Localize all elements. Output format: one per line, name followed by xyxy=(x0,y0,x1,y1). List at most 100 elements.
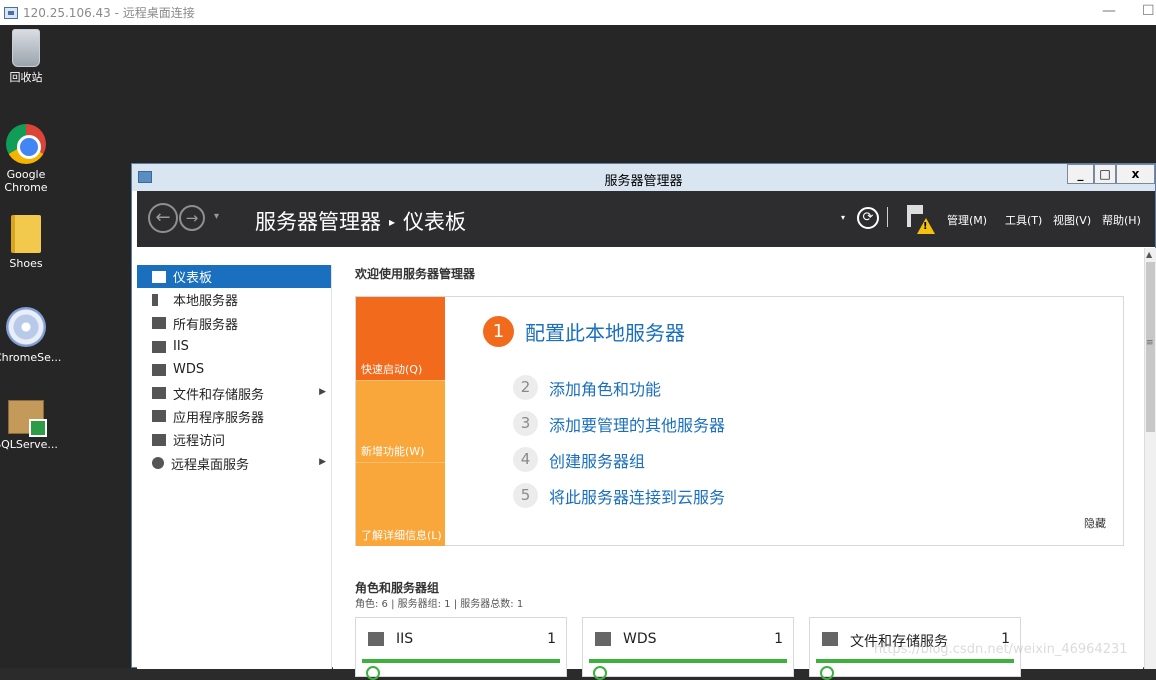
desktop-icon-recycle-bin[interactable]: 回收站 xyxy=(0,29,58,84)
ok-status-icon xyxy=(820,666,834,680)
dashboard-icon xyxy=(152,270,166,283)
role-name: IIS xyxy=(396,631,414,647)
step-link[interactable]: 添加要管理的其他服务器 xyxy=(549,412,725,436)
desktop-icon-chrome[interactable]: Google Chrome xyxy=(0,124,58,194)
sidebar-item-label: IIS xyxy=(173,339,189,355)
step-link[interactable]: 创建服务器组 xyxy=(549,448,645,472)
window-maximize-button[interactable]: □ xyxy=(1094,164,1116,184)
rdp-title-bar: 120.25.106.43 - 远程桌面连接 — ☐ xyxy=(0,0,1156,25)
menu-tools[interactable]: 工具(T) xyxy=(1005,212,1042,228)
step-number: 5 xyxy=(513,483,538,508)
step-number: 2 xyxy=(513,375,538,400)
vertical-scrollbar[interactable]: ▲ ≡ xyxy=(1144,248,1156,669)
rdp-title: 120.25.106.43 - 远程桌面连接 xyxy=(23,6,195,20)
tile-label: 了解详细信息(L) xyxy=(361,529,442,542)
window-title-bar[interactable]: 服务器管理器 _ □ x xyxy=(132,164,1155,191)
server-manager-window: 服务器管理器 _ □ x ← → ▾ 服务器管理器 ▸ 仪表板 ▾ ⟳ ! 管理(M… xyxy=(131,163,1156,680)
step-number: 3 xyxy=(513,411,538,436)
forward-button[interactable]: → xyxy=(179,205,205,231)
menu-help[interactable]: 帮助(H) xyxy=(1102,212,1141,228)
desktop-icon-sqlserver[interactable]: SQLServe... xyxy=(0,400,58,451)
tile-quick-start[interactable]: 快速启动(Q) xyxy=(356,297,445,380)
ok-status-icon xyxy=(593,666,607,680)
iis-icon xyxy=(152,340,166,353)
sidebar-item-dashboard[interactable]: 仪表板 xyxy=(137,265,331,289)
tile-label: 快速启动(Q) xyxy=(361,363,423,376)
sidebar-item-wds[interactable]: WDS xyxy=(137,358,331,381)
status-bar xyxy=(362,659,560,663)
history-dropdown-icon[interactable]: ▾ xyxy=(214,211,219,222)
sidebar-item-file-storage[interactable]: 文件和存储服务 ▶ xyxy=(137,381,331,404)
header-divider xyxy=(887,207,888,227)
desktop-icon-label: Shoes xyxy=(9,257,43,270)
tile-whats-new[interactable]: 新增功能(W) xyxy=(356,380,445,462)
role-card-iis[interactable]: IIS 1 xyxy=(355,617,567,680)
desktop-icon-label: SQLServe... xyxy=(0,438,58,451)
refresh-icon[interactable]: ⟳ xyxy=(857,207,879,229)
sidebar-item-remote-desktop[interactable]: 远程桌面服务 ▶ xyxy=(137,451,331,474)
chevron-right-icon[interactable]: ▶ xyxy=(319,387,326,397)
breadcrumb-current: 仪表板 xyxy=(403,210,467,234)
file-storage-icon xyxy=(822,632,838,646)
rdp-maximize-button[interactable]: ☐ xyxy=(1142,3,1155,19)
sidebar-item-app-server[interactable]: 应用程序服务器 xyxy=(137,405,331,428)
remote-access-icon xyxy=(152,433,166,446)
watermark: https://blog.csdn.net/weixin_46964231 xyxy=(874,642,1128,657)
back-button[interactable]: ← xyxy=(148,203,178,233)
breadcrumb: 服务器管理器 ▸ 仪表板 xyxy=(255,206,466,236)
window-close-button[interactable]: x xyxy=(1116,164,1155,184)
step-create-group[interactable]: 4 创建服务器组 xyxy=(513,447,645,472)
app-server-icon xyxy=(152,410,166,423)
sidebar-item-local-server[interactable]: 本地服务器 xyxy=(137,288,331,311)
role-card-wds[interactable]: WDS 1 xyxy=(582,617,794,680)
step-configure-local-server[interactable]: 1 配置此本地服务器 xyxy=(483,316,685,347)
local-server-icon xyxy=(152,293,158,306)
menu-view[interactable]: 视图(V) xyxy=(1053,212,1091,228)
desktop-icon-label: 回收站 xyxy=(9,71,43,84)
desktop-icon-shoes[interactable]: Shoes xyxy=(0,215,58,270)
step-add-servers[interactable]: 3 添加要管理的其他服务器 xyxy=(513,411,725,436)
chevron-right-icon[interactable]: ▶ xyxy=(319,457,326,467)
step-add-roles[interactable]: 2 添加角色和功能 xyxy=(513,375,661,400)
iis-icon xyxy=(368,632,384,646)
desktop-icon-label: ChromeSe... xyxy=(0,351,62,364)
roles-title: 角色和服务器组 xyxy=(355,581,440,595)
all-servers-icon xyxy=(152,317,166,330)
sidebar-item-label: WDS xyxy=(173,362,205,378)
file-storage-icon xyxy=(152,387,166,400)
chrome-icon xyxy=(6,124,46,164)
role-count: 1 xyxy=(774,631,783,647)
step-link[interactable]: 配置此本地服务器 xyxy=(525,317,685,346)
sidebar-item-label: 应用程序服务器 xyxy=(173,410,265,426)
step-number: 4 xyxy=(513,447,538,472)
welcome-tile: 快速启动(Q) 新增功能(W) 了解详细信息(L) 1 配置此本地服务器 2 添… xyxy=(355,296,1124,546)
header-bar: ← → ▾ 服务器管理器 ▸ 仪表板 ▾ ⟳ ! 管理(M) 工具(T) 视图(V)… xyxy=(137,191,1155,247)
notifications-flag-icon[interactable] xyxy=(907,205,923,227)
step-link[interactable]: 将此服务器连接到云服务 xyxy=(549,484,725,508)
chevron-right-icon: ▸ xyxy=(389,215,396,229)
sidebar-item-label: 仪表板 xyxy=(173,271,213,287)
refresh-dropdown-icon[interactable]: ▾ xyxy=(841,213,845,222)
window-minimize-button[interactable]: _ xyxy=(1067,164,1094,184)
desktop-icon-chrome-setup[interactable]: ChromeSe... xyxy=(0,307,62,364)
status-bar xyxy=(816,659,1014,663)
tile-learn-more[interactable]: 了解详细信息(L) xyxy=(356,462,445,546)
breadcrumb-root[interactable]: 服务器管理器 xyxy=(255,210,381,234)
tile-label: 新增功能(W) xyxy=(361,445,425,458)
desktop-icon-label: Google Chrome xyxy=(4,168,48,194)
package-icon xyxy=(8,400,47,437)
hide-link[interactable]: 隐藏 xyxy=(1084,515,1106,531)
remote-desktop-icon xyxy=(4,6,18,19)
welcome-title: 欢迎使用服务器管理器 xyxy=(355,267,476,281)
sidebar-item-all-servers[interactable]: 所有服务器 xyxy=(137,312,331,335)
rdp-minimize-button[interactable]: — xyxy=(1102,3,1116,19)
sidebar-item-iis[interactable]: IIS xyxy=(137,335,331,358)
ok-status-icon xyxy=(366,666,380,680)
scroll-up-icon[interactable]: ▲ xyxy=(1146,250,1152,259)
menu-manage[interactable]: 管理(M) xyxy=(947,212,987,228)
warning-mark: ! xyxy=(923,221,928,232)
step-connect-cloud[interactable]: 5 将此服务器连接到云服务 xyxy=(513,483,725,508)
step-link[interactable]: 添加角色和功能 xyxy=(549,376,661,400)
sidebar-item-label: 文件和存储服务 xyxy=(173,387,265,403)
sidebar-item-remote-access[interactable]: 远程访问 xyxy=(137,428,331,451)
